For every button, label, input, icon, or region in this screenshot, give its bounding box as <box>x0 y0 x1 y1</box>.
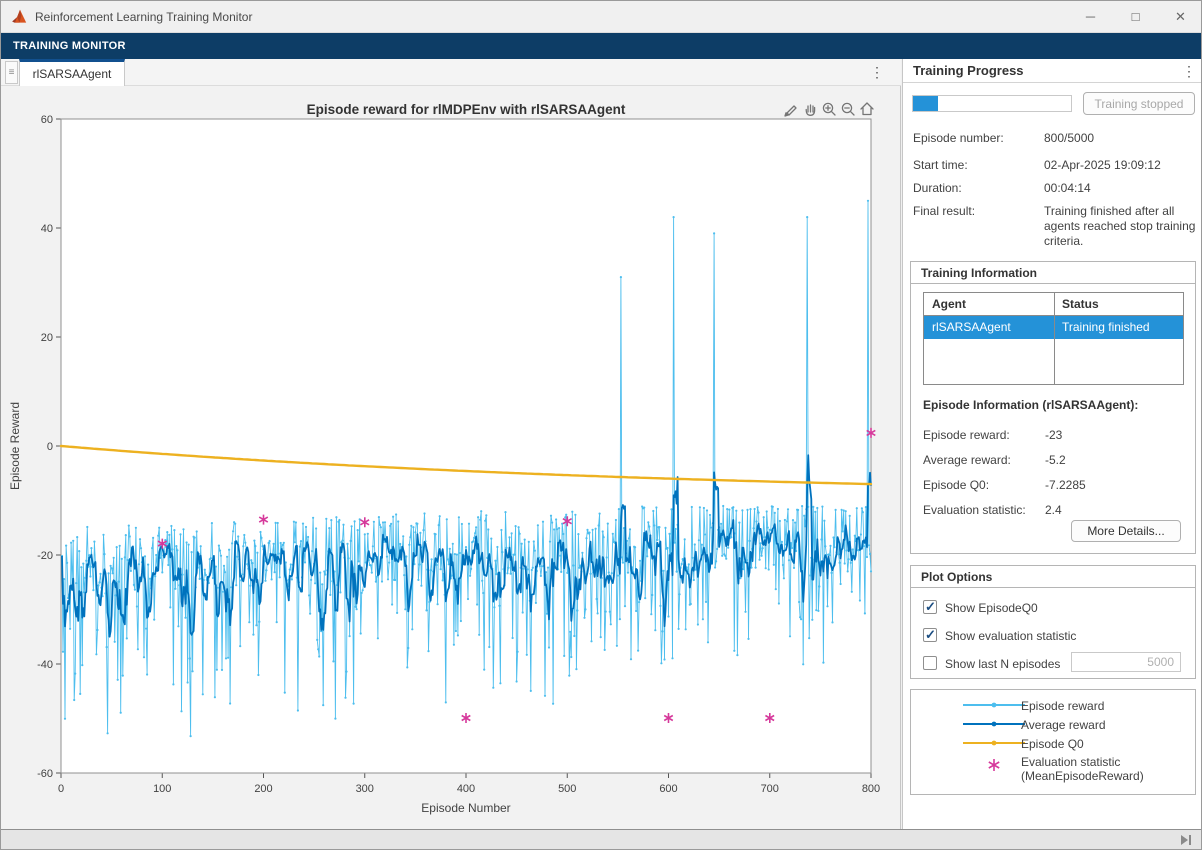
average-reward-label: Average reward: <box>923 453 1011 467</box>
zoom-out-icon[interactable] <box>839 100 856 117</box>
start-time-label: Start time: <box>913 158 968 172</box>
evaluation-statistic-label: Evaluation statistic: <box>923 503 1026 517</box>
window-title: Reinforcement Learning Training Monitor <box>35 10 252 24</box>
legend-label-episode-q0: Episode Q0 <box>1021 737 1084 751</box>
maximize-button[interactable]: □ <box>1113 1 1158 32</box>
more-details-button[interactable]: More Details... <box>1071 520 1181 542</box>
training-information-group: Training Information Agent Status rlSARS… <box>910 261 1196 554</box>
svg-text:-60: -60 <box>37 768 53 780</box>
plot-options-title: Plot Options <box>921 570 992 584</box>
matlab-logo-icon <box>11 8 29 26</box>
svg-text:300: 300 <box>356 783 374 795</box>
progress-fill <box>913 96 938 111</box>
show-evaluation-statistic-label: Show evaluation statistic <box>945 629 1076 643</box>
svg-text:500: 500 <box>558 783 576 795</box>
evaluation-statistic-value: 2.4 <box>1045 503 1062 517</box>
tab-label: rlSARSAAgent <box>33 67 112 81</box>
training-information-title: Training Information <box>921 266 1037 280</box>
app-window: Reinforcement Learning Training Monitor … <box>0 0 1202 850</box>
svg-text:100: 100 <box>153 783 171 795</box>
svg-text:60: 60 <box>41 114 53 126</box>
svg-text:0: 0 <box>58 783 64 795</box>
column-agent: Agent <box>924 293 966 316</box>
episode-q0-value: -7.2285 <box>1045 478 1086 492</box>
svg-text:800: 800 <box>862 783 880 795</box>
legend-marker-average-reward <box>963 718 1025 730</box>
legend-panel: Episode reward Average reward Episode Q0… <box>910 689 1196 795</box>
toolstrip-tab-training-monitor[interactable]: TRAINING MONITOR <box>13 33 126 59</box>
chart[interactable]: Episode reward for rlMDPEnv with rlSARSA… <box>1 86 900 829</box>
duration-label: Duration: <box>913 181 962 195</box>
episode-number-value: 800/5000 <box>1044 131 1094 145</box>
episode-number-label: Episode number: <box>913 131 1004 145</box>
n-episodes-input[interactable] <box>1071 652 1181 672</box>
svg-text:-40: -40 <box>37 659 53 671</box>
svg-text:-20: -20 <box>37 550 53 562</box>
column-status: Status <box>1054 293 1099 316</box>
axes-toolbar <box>782 100 875 117</box>
episode-information-title: Episode Information (rlSARSAAgent): <box>923 398 1138 412</box>
figure-panel: Episode reward for rlMDPEnv with rlSARSA… <box>1 86 901 829</box>
status-bar <box>1 829 1202 850</box>
status-cell: Training finished <box>1054 316 1150 339</box>
episode-reward-value: -23 <box>1045 428 1062 442</box>
svg-text:400: 400 <box>457 783 475 795</box>
plot-options-group: Plot Options Show EpisodeQ0 Show evaluat… <box>910 565 1196 679</box>
svg-text:200: 200 <box>254 783 272 795</box>
legend-label-episode-reward: Episode reward <box>1021 699 1104 713</box>
legend-marker-evaluation-statistic <box>987 758 1001 772</box>
show-episodeq0-label: Show EpisodeQ0 <box>945 601 1038 615</box>
episode-q0-label: Episode Q0: <box>923 478 989 492</box>
start-time-value: 02-Apr-2025 19:09:12 <box>1044 158 1161 172</box>
final-result-value: Training finished after all agents reach… <box>1044 204 1196 249</box>
svg-text:600: 600 <box>659 783 677 795</box>
legend-marker-episode-reward <box>963 699 1025 711</box>
checkbox-show-last-n-episodes[interactable] <box>923 656 937 670</box>
x-axis-label: Episode Number <box>421 801 510 815</box>
svg-text:20: 20 <box>41 332 53 344</box>
pan-icon[interactable] <box>801 100 818 117</box>
column-divider <box>1054 293 1055 384</box>
agents-table[interactable]: Agent Status rlSARSAAgent Training finis… <box>923 292 1184 385</box>
show-last-n-episodes-label: Show last N episodes <box>945 657 1060 671</box>
toolstrip: TRAINING MONITOR <box>1 33 1202 59</box>
title-bar: Reinforcement Learning Training Monitor … <box>1 1 1202 33</box>
close-button[interactable]: ✕ <box>1158 1 1202 32</box>
y-axis-label: Episode Reward <box>8 402 22 490</box>
legend-marker-episode-q0 <box>963 737 1025 749</box>
zoom-in-icon[interactable] <box>820 100 837 117</box>
tab-rlsarsaagent[interactable]: rlSARSAAgent <box>19 59 125 86</box>
panel-menu-button[interactable]: ⋮ <box>1181 60 1197 82</box>
svg-text:0: 0 <box>47 441 53 453</box>
document-grip-icon[interactable]: ≡ <box>5 61 18 84</box>
training-stopped-button[interactable]: Training stopped <box>1083 92 1195 115</box>
legend-label-evaluation-statistic-line2: (MeanEpisodeReward) <box>1021 769 1144 783</box>
legend-label-evaluation-statistic-line1: Evaluation statistic <box>1021 755 1120 769</box>
progress-bar <box>912 95 1072 112</box>
edit-plot-icon[interactable] <box>782 100 799 117</box>
episode-reward-label: Episode reward: <box>923 428 1010 442</box>
training-information-header: Training Information <box>911 262 1195 284</box>
minimize-button[interactable]: ─ <box>1068 1 1113 32</box>
checkbox-show-episodeq0[interactable] <box>923 600 937 614</box>
duration-value: 00:04:14 <box>1044 181 1091 195</box>
restore-view-icon[interactable] <box>858 100 875 117</box>
training-progress-panel: Training Progress ⋮ Training stopped Epi… <box>902 59 1202 829</box>
document-bar-menu-button[interactable]: ⋮ <box>869 61 885 83</box>
expand-panel-icon[interactable] <box>1179 833 1193 847</box>
plot-options-header: Plot Options <box>911 566 1195 588</box>
agent-cell: rlSARSAAgent <box>924 316 1054 339</box>
window-controls: ─ □ ✕ <box>1068 1 1202 32</box>
panel-title: Training Progress <box>913 63 1024 78</box>
final-result-label: Final result: <box>913 204 975 218</box>
chart-title: Episode reward for rlMDPEnv with rlSARSA… <box>307 102 626 117</box>
svg-text:700: 700 <box>761 783 779 795</box>
checkbox-show-evaluation-statistic[interactable] <box>923 628 937 642</box>
legend-label-average-reward: Average reward <box>1021 718 1106 732</box>
document-bar: ≡ rlSARSAAgent ⋮ <box>1 59 901 86</box>
svg-text:40: 40 <box>41 223 53 235</box>
average-reward-value: -5.2 <box>1045 453 1066 467</box>
panel-header: Training Progress ⋮ <box>903 59 1202 83</box>
